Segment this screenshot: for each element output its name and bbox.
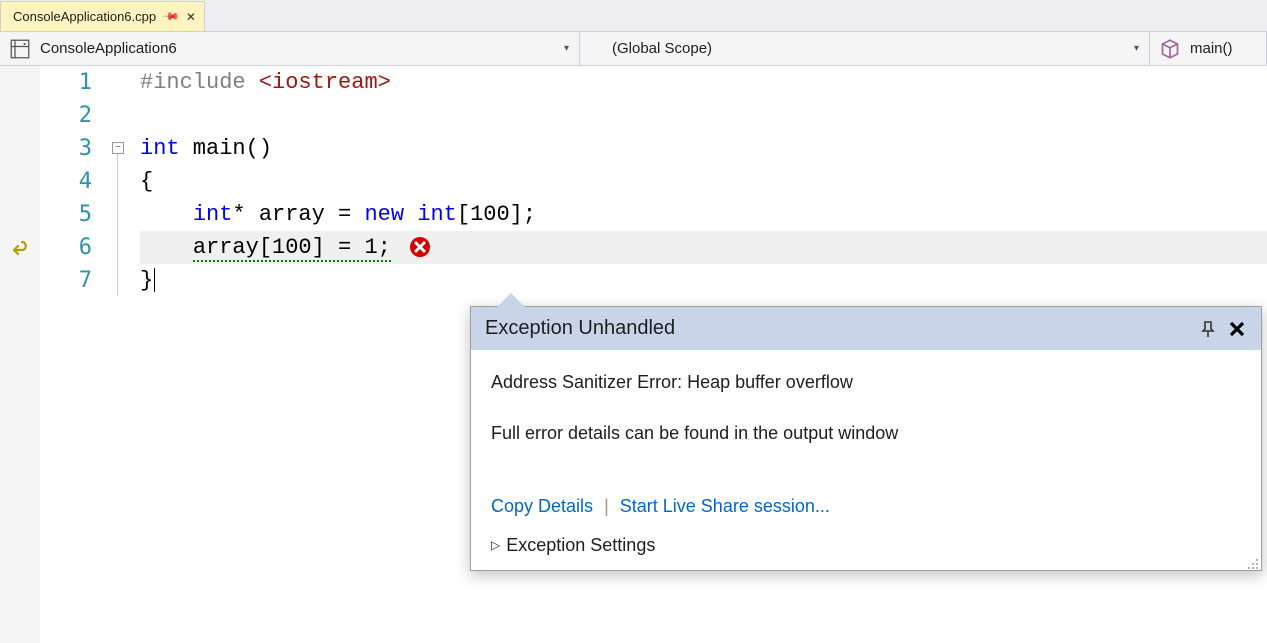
fold-margin: − xyxy=(110,66,132,643)
function-icon xyxy=(1160,39,1180,59)
project-dropdown[interactable]: ConsoleApplication6 ▾ xyxy=(0,32,580,65)
break-arrow-icon xyxy=(8,239,30,264)
code-line[interactable]: int* array = new int[100]; xyxy=(140,198,1267,231)
line-number: 6 xyxy=(40,231,92,264)
function-dropdown[interactable]: main() xyxy=(1150,32,1267,65)
expand-icon: ▷ xyxy=(491,538,500,552)
popup-links: Copy Details | Start Live Share session.… xyxy=(471,496,1261,529)
line-number: 5 xyxy=(40,198,92,231)
exception-popup: Exception Unhandled Address Sanitizer Er… xyxy=(470,306,1262,571)
copy-details-link[interactable]: Copy Details xyxy=(491,496,593,516)
code-line[interactable]: } xyxy=(140,264,1267,297)
pin-icon[interactable] xyxy=(1199,320,1217,338)
popup-title: Exception Unhandled xyxy=(485,317,675,340)
line-number: 7 xyxy=(40,264,92,297)
tab-bar: ConsoleApplication6.cpp 📌 ✕ xyxy=(0,0,1267,32)
code-line[interactable]: array[100] = 1; xyxy=(140,231,1267,264)
line-number: 1 xyxy=(40,66,92,99)
text-cursor xyxy=(154,268,155,292)
scope-name: (Global Scope) xyxy=(612,40,712,57)
fold-toggle[interactable]: − xyxy=(112,142,124,154)
popup-body: Address Sanitizer Error: Heap buffer ove… xyxy=(471,350,1261,496)
project-name: ConsoleApplication6 xyxy=(40,40,177,57)
fold-line xyxy=(117,154,118,296)
popup-arrow xyxy=(497,293,525,307)
live-share-link[interactable]: Start Live Share session... xyxy=(620,496,830,516)
function-name: main() xyxy=(1190,40,1233,57)
chevron-down-icon: ▾ xyxy=(1134,43,1139,54)
popup-header: Exception Unhandled xyxy=(471,307,1261,350)
close-icon[interactable]: ✕ xyxy=(186,10,196,24)
navigation-bar: ConsoleApplication6 ▾ (Global Scope) ▾ m… xyxy=(0,32,1267,66)
scope-dropdown[interactable]: (Global Scope) ▾ xyxy=(580,32,1150,65)
close-icon[interactable] xyxy=(1227,319,1247,339)
code-line[interactable] xyxy=(140,99,1267,132)
line-number: 3 xyxy=(40,132,92,165)
chevron-down-icon: ▾ xyxy=(564,43,569,54)
line-number: 2 xyxy=(40,99,92,132)
error-icon[interactable] xyxy=(409,236,431,258)
exception-settings-label: Exception Settings xyxy=(506,535,655,556)
line-number-gutter: 1234567 xyxy=(40,66,110,643)
line-number: 4 xyxy=(40,165,92,198)
project-icon xyxy=(10,39,30,59)
code-line[interactable]: { xyxy=(140,165,1267,198)
pin-icon[interactable]: 📌 xyxy=(162,7,181,26)
warning-squiggle: array[100] = 1; xyxy=(193,235,391,262)
file-tab[interactable]: ConsoleApplication6.cpp 📌 ✕ xyxy=(0,1,205,31)
code-line[interactable]: int main() xyxy=(140,132,1267,165)
exception-settings-toggle[interactable]: ▷ Exception Settings xyxy=(471,529,1261,570)
code-line[interactable]: #include <iostream> xyxy=(140,66,1267,99)
exception-hint: Full error details can be found in the o… xyxy=(491,419,1241,448)
resize-grip-icon[interactable] xyxy=(1245,554,1259,568)
glyph-margin xyxy=(0,66,40,643)
link-separator: | xyxy=(604,496,609,516)
exception-message: Address Sanitizer Error: Heap buffer ove… xyxy=(491,368,1241,397)
tab-filename: ConsoleApplication6.cpp xyxy=(13,9,156,24)
